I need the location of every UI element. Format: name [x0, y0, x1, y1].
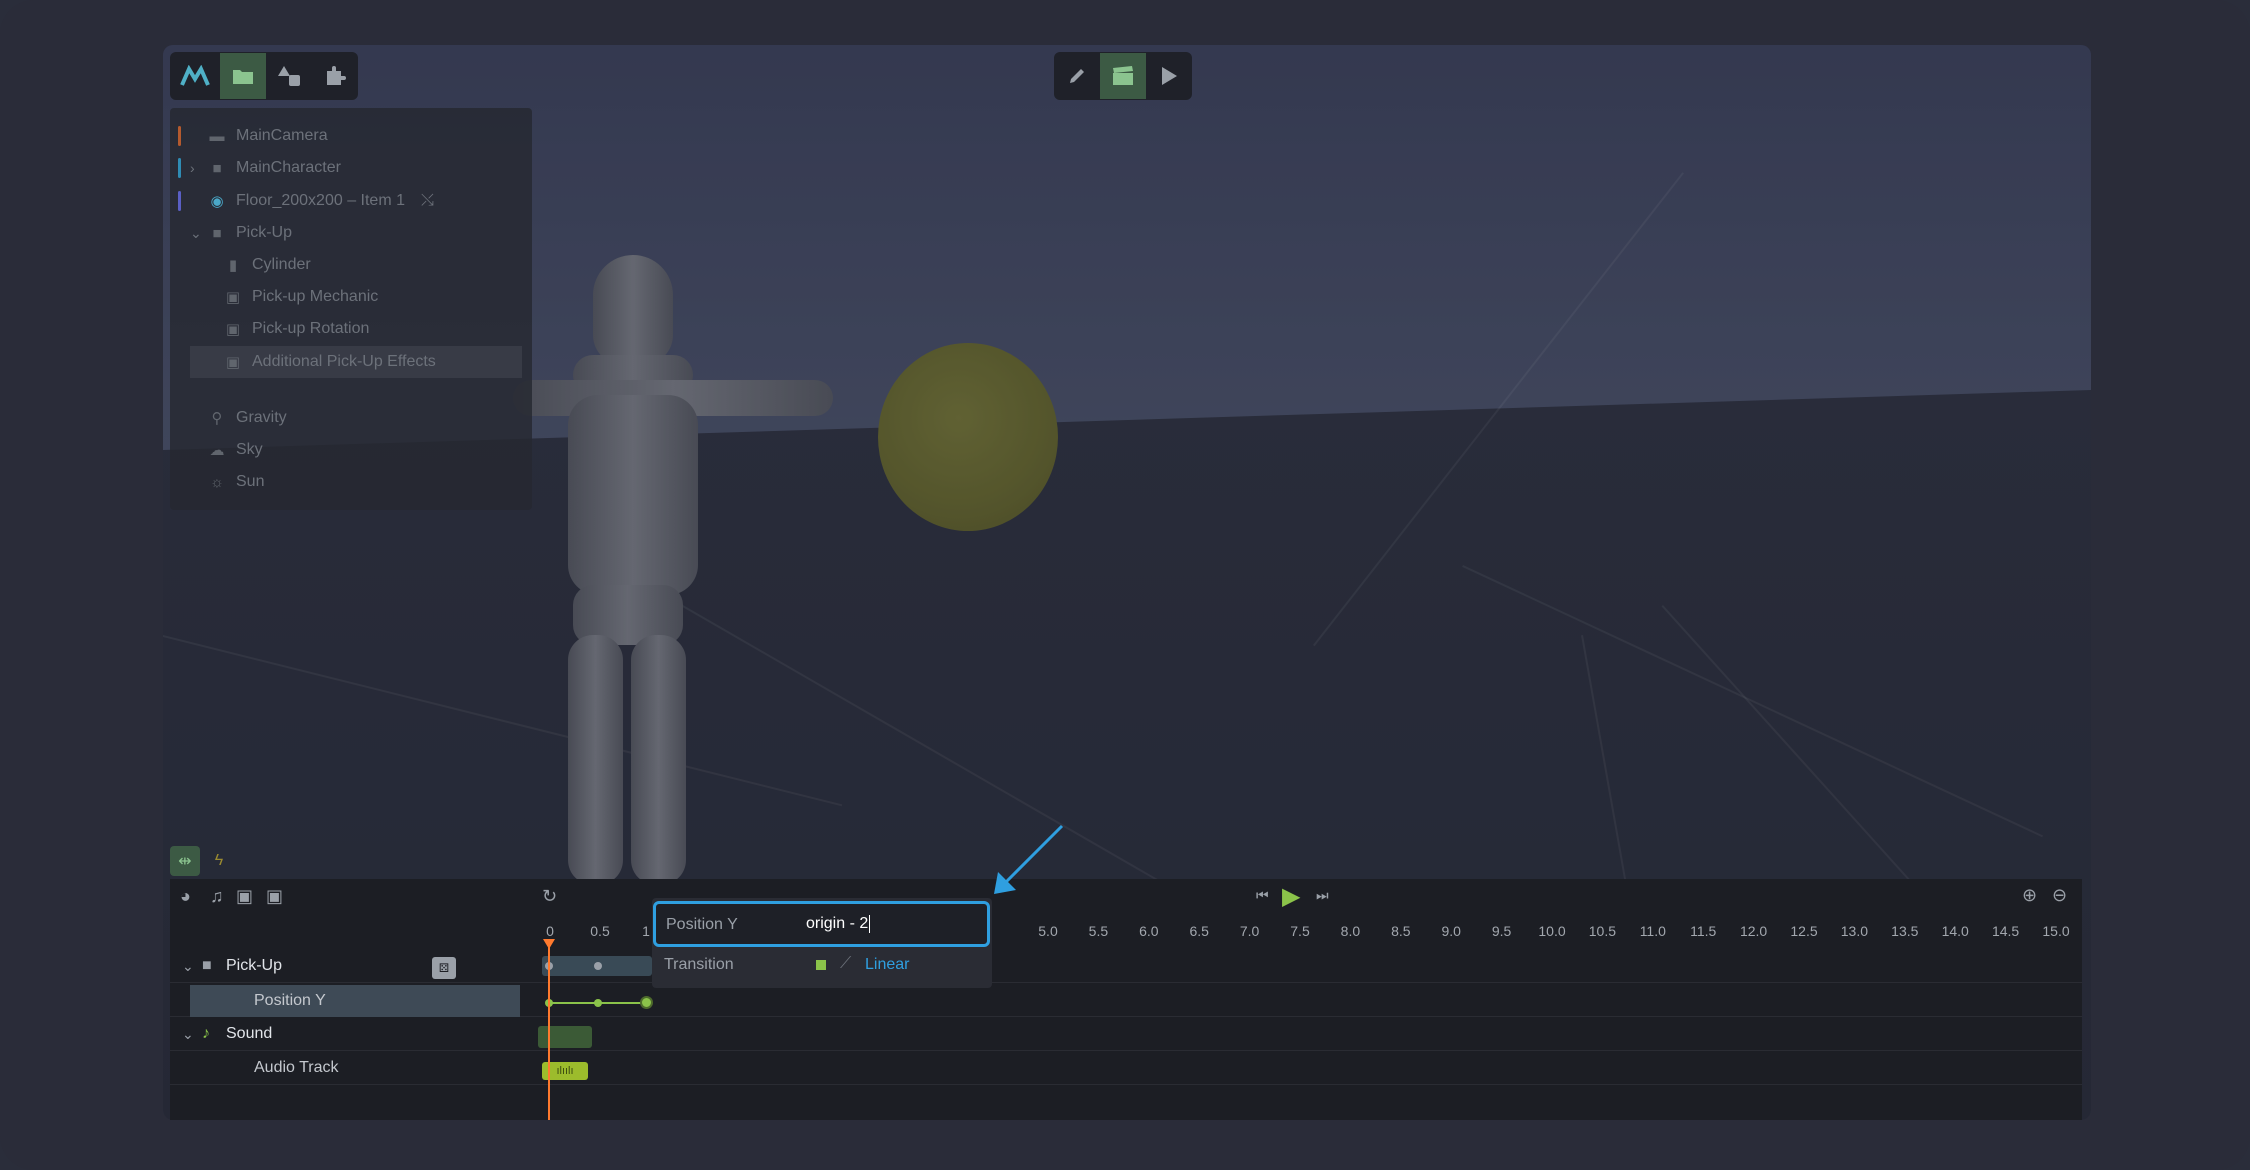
ruler-tick: 5.5 — [1088, 923, 1109, 939]
puzzle-icon[interactable] — [312, 53, 358, 99]
keyframe[interactable] — [594, 999, 602, 1007]
transition-value[interactable]: Linear — [865, 956, 909, 974]
sun-icon: ☼ — [210, 473, 224, 491]
ruler-tick: 15.0 — [2042, 923, 2070, 939]
keyframe-selected[interactable] — [640, 996, 653, 1009]
ruler-tick: 8.5 — [1391, 923, 1411, 939]
dice-icon[interactable]: ⚄ — [432, 957, 456, 979]
chevron-down-icon[interactable]: ⌄ — [182, 1026, 202, 1043]
script-icon: ▣ — [225, 289, 241, 306]
ruler-tick: 13.5 — [1891, 923, 1919, 939]
ruler-tick: 8.0 — [1340, 923, 1361, 939]
hierarchy-item-maincamera[interactable]: ▬ MainCamera — [170, 120, 532, 152]
ruler-tick: 6.5 — [1189, 923, 1209, 939]
annotation-arrow — [994, 824, 1064, 894]
hierarchy-item-sky[interactable]: ☁ Sky — [170, 434, 532, 466]
ruler-tick: 9.5 — [1491, 923, 1512, 939]
hierarchy-item-maincharacter[interactable]: › ■ MainCharacter — [170, 152, 532, 184]
transition-swatch — [816, 960, 826, 970]
position-y-field[interactable]: Position Y origin - 2 — [653, 901, 990, 947]
ruler-tick: 10.0 — [1538, 923, 1566, 939]
ruler-tick: 11.5 — [1690, 923, 1717, 939]
play-button[interactable]: ▶ — [1282, 882, 1300, 911]
mode-toolbar — [1054, 52, 1192, 100]
loop-icon[interactable]: ↻ — [542, 886, 557, 907]
ruler-tick: 14.0 — [1941, 923, 1969, 939]
add-event-track-icon[interactable]: ▣ — [266, 886, 283, 907]
keyframe[interactable] — [594, 962, 602, 970]
skip-back-icon[interactable]: ⏮ — [1256, 887, 1269, 904]
timeline-mode-buttons: ⇹ ϟ — [170, 846, 234, 876]
ruler-tick: 7.5 — [1290, 923, 1310, 939]
zoom-in-icon[interactable]: ⊕ — [2022, 885, 2037, 906]
ruler-tick: 11.0 — [1639, 923, 1666, 939]
hierarchy-item-pickup-rotation[interactable]: ▣ Pick-up Rotation — [170, 313, 532, 345]
ruler-tick: 5.0 — [1038, 923, 1058, 939]
camera-icon: ▬ — [209, 127, 225, 145]
chevron-right-icon[interactable]: › — [190, 160, 206, 176]
cloud-icon: ☁ — [209, 442, 225, 459]
track-list: ⌄ ■ Pick-Up ⚄ Position Y ⌄ ♪ Sound Audio… — [170, 915, 538, 1120]
music-note-icon: ♪ — [202, 1025, 210, 1042]
add-audio-track-icon[interactable]: ♫ — [210, 886, 224, 907]
ruler-tick: 10.5 — [1588, 923, 1617, 939]
gravity-icon: ⚲ — [211, 410, 223, 427]
logo-icon[interactable] — [170, 53, 220, 99]
cylinder-icon: ▮ — [228, 257, 238, 274]
field-label: Position Y — [666, 916, 738, 933]
timeline-panel: ◕ ♫ ▣ ▣ ↻ ⏮ ▶ ⏭ ⊕ ⊖ 0 0.5 11.5 5.0 5.5 6.0 6.5… — [170, 879, 2082, 1120]
ruler-tick: 0.5 — [590, 923, 610, 939]
folder-icon[interactable] — [220, 53, 266, 99]
folder-icon: ■ — [212, 224, 222, 242]
folder-icon: ■ — [212, 159, 222, 177]
transition-label: Transition — [664, 956, 734, 973]
ruler-tick: 6.0 — [1139, 923, 1159, 939]
ruler-tick: 1 — [642, 923, 650, 939]
track-audio[interactable]: Audio Track — [254, 1051, 338, 1085]
track-position-y[interactable]: Position Y — [190, 985, 520, 1017]
hierarchy-item-pickup-mechanic[interactable]: ▣ Pick-up Mechanic — [170, 281, 532, 313]
hierarchy-item-additional-effects[interactable]: ▣ Additional Pick-Up Effects — [190, 346, 522, 378]
chevron-down-icon[interactable]: ⌄ — [190, 225, 206, 242]
ruler-tick: 13.0 — [1840, 923, 1869, 939]
ruler-tick: 12.5 — [1790, 923, 1818, 939]
script-icon: ▣ — [225, 354, 241, 371]
unlink-icon[interactable]: ⤯ — [421, 192, 434, 210]
track-pickup[interactable]: ⌄ ■ Pick-Up — [182, 949, 282, 983]
ruler-tick: 7.0 — [1239, 923, 1260, 939]
hierarchy-panel: ▬ MainCamera › ■ MainCharacter ◉ Floor_2… — [170, 108, 532, 510]
clapperboard-icon[interactable] — [1100, 53, 1146, 99]
lightning-icon[interactable]: ϟ — [204, 846, 234, 876]
main-toolbar — [170, 52, 358, 100]
chevron-down-icon[interactable]: ⌄ — [182, 958, 202, 975]
hierarchy-item-gravity[interactable]: ⚲ Gravity — [170, 402, 532, 434]
timeline-header: ◕ ♫ ▣ ▣ ↻ ⏮ ▶ ⏭ ⊕ ⊖ — [170, 879, 2082, 915]
zoom-out-icon[interactable]: ⊖ — [2052, 885, 2067, 906]
hierarchy-item-sun[interactable]: ☼ Sun — [170, 466, 532, 498]
pencil-icon[interactable] — [1054, 53, 1100, 99]
script-icon: ▣ — [225, 321, 241, 338]
field-value[interactable]: origin - 2 — [806, 915, 871, 933]
hierarchy-item-pickup[interactable]: ⌄ ■ Pick-Up — [170, 217, 532, 249]
linear-curve-icon: ⟋ — [840, 955, 852, 972]
shapes-icon[interactable] — [266, 53, 312, 99]
playhead[interactable] — [548, 941, 550, 1120]
ruler-tick: 9.0 — [1441, 923, 1461, 939]
track-sound[interactable]: ⌄ ♪ Sound — [182, 1017, 272, 1051]
skip-forward-icon[interactable]: ⏭ — [1316, 887, 1329, 904]
add-object-track-icon[interactable]: ◕ — [180, 886, 191, 907]
mesh-icon: ◉ — [210, 193, 224, 210]
sound-clip[interactable] — [538, 1026, 592, 1048]
ruler-tick: 12.0 — [1739, 923, 1768, 939]
ruler-tick: 0 — [546, 923, 554, 939]
hierarchy-item-cylinder[interactable]: ▮ Cylinder — [170, 249, 532, 281]
hierarchy-item-floor[interactable]: ◉ Floor_200x200 – Item 1 ⤯ — [170, 185, 532, 217]
ruler-tick: 14.5 — [1991, 923, 2020, 939]
keyframe-mode-icon[interactable]: ⇹ — [170, 846, 200, 876]
app-frame: ▬ MainCamera › ■ MainCharacter ◉ Floor_2… — [0, 0, 2250, 1170]
play-icon[interactable] — [1146, 53, 1192, 99]
folder-icon: ■ — [202, 957, 212, 974]
add-script-track-icon[interactable]: ▣ — [236, 886, 253, 907]
